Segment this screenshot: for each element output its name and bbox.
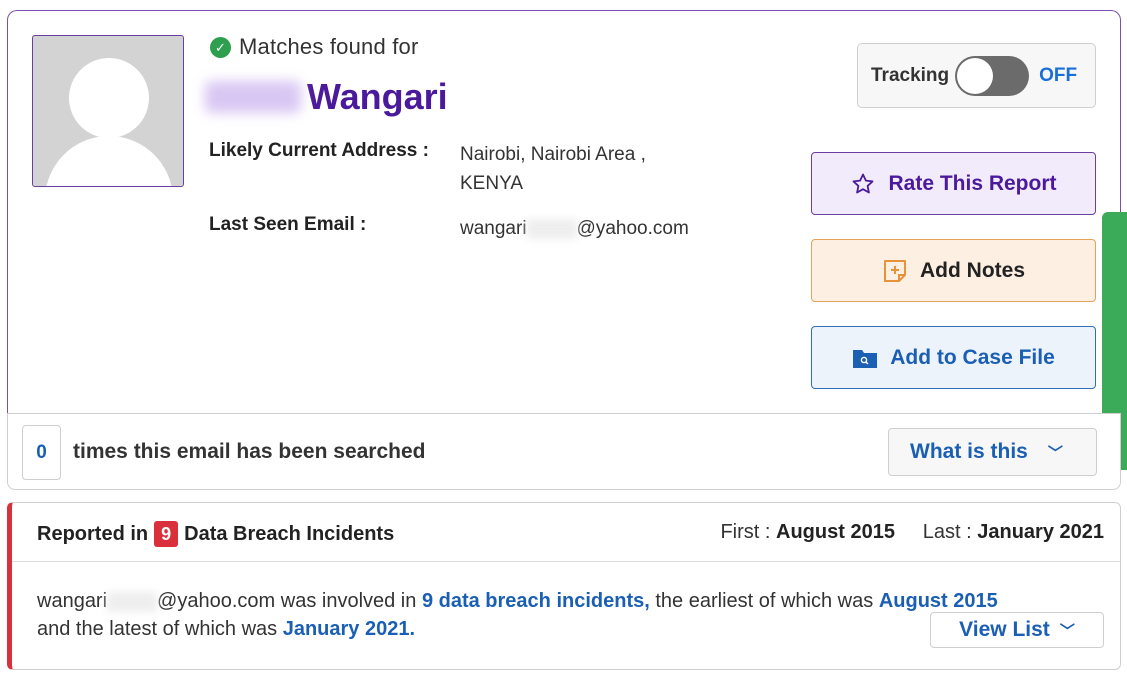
breach-header: Reported in 9 Data Breach Incidents Firs… bbox=[12, 503, 1120, 562]
latest-link[interactable]: January 2021. bbox=[283, 618, 415, 640]
tracking-state: OFF bbox=[1039, 64, 1078, 86]
note-add-icon bbox=[882, 258, 908, 284]
breach-sentence-b: the earliest of which was bbox=[655, 590, 874, 612]
breach-sentence-a: was involved in bbox=[280, 590, 417, 612]
address-line-2: KENYA bbox=[460, 173, 524, 194]
email-value: wangari @yahoo.com bbox=[460, 214, 689, 243]
redacted-email-part bbox=[526, 218, 577, 239]
check-circle-icon: ✓ bbox=[210, 36, 231, 58]
email-label: Last Seen Email : bbox=[209, 214, 367, 235]
last-label: Last : bbox=[922, 521, 972, 543]
avatar-body bbox=[45, 136, 173, 186]
person-last-name: Wangari bbox=[307, 76, 448, 117]
breach-email-suffix: @yahoo.com bbox=[157, 590, 276, 612]
chevron-down-icon: ﹀ bbox=[1047, 444, 1063, 462]
avatar-head bbox=[69, 58, 149, 138]
email-suffix: @yahoo.com bbox=[576, 218, 689, 239]
add-to-case-file-label: Add to Case File bbox=[890, 345, 1055, 369]
email-prefix: wangari bbox=[460, 218, 527, 239]
tracking-label: Tracking bbox=[871, 64, 950, 86]
first-label: First : bbox=[720, 521, 771, 543]
avatar bbox=[32, 35, 184, 187]
match-text: Matches found for bbox=[239, 34, 419, 59]
rate-report-button[interactable]: Rate This Report bbox=[811, 152, 1096, 215]
first-value: August 2015 bbox=[776, 521, 895, 543]
breach-title-prefix: Reported in bbox=[37, 522, 149, 545]
last-value: January 2021 bbox=[977, 521, 1104, 543]
address-line-1: Nairobi, Nairobi Area , bbox=[460, 144, 646, 165]
address-value: Nairobi, Nairobi Area , KENYA bbox=[460, 140, 646, 198]
folder-search-icon bbox=[852, 345, 878, 371]
view-list-label: View List bbox=[959, 618, 1050, 641]
add-notes-label: Add Notes bbox=[920, 258, 1025, 282]
chevron-down-icon: ﹀ bbox=[1059, 622, 1075, 640]
tracking-toggle[interactable] bbox=[955, 55, 1030, 96]
star-icon bbox=[850, 171, 876, 197]
redacted-email-part bbox=[107, 591, 158, 612]
add-to-case-file-button[interactable]: Add to Case File bbox=[811, 326, 1096, 389]
what-is-this-button[interactable]: What is this ﹀ bbox=[888, 428, 1097, 476]
breach-card: Reported in 9 Data Breach Incidents Firs… bbox=[7, 502, 1121, 670]
search-count-strip: 0 times this email has been searched Wha… bbox=[7, 413, 1121, 490]
what-is-this-label: What is this bbox=[910, 440, 1028, 463]
search-count: 0 bbox=[22, 425, 61, 480]
earliest-link[interactable]: August 2015 bbox=[879, 590, 998, 612]
redacted-first-name bbox=[205, 81, 301, 113]
breach-count-badge: 9 bbox=[154, 521, 179, 547]
add-notes-button[interactable]: Add Notes bbox=[811, 239, 1096, 302]
breach-sentence-c: and the latest of which was bbox=[37, 618, 278, 640]
address-label: Likely Current Address : bbox=[209, 140, 429, 161]
view-list-button[interactable]: View List ﹀ bbox=[930, 612, 1104, 648]
breach-title: Reported in 9 Data Breach Incidents bbox=[37, 521, 394, 547]
breach-description: wangari @yahoo.com was involved in 9 data… bbox=[37, 587, 998, 643]
incidents-link[interactable]: 9 data breach incidents, bbox=[422, 590, 650, 612]
person-name: Wangari bbox=[205, 76, 448, 118]
match-line: ✓ Matches found for bbox=[210, 34, 419, 60]
breach-dates: First : August 2015 Last : January 2021 bbox=[720, 521, 1104, 544]
rate-report-label: Rate This Report bbox=[888, 171, 1057, 195]
breach-title-suffix: Data Breach Incidents bbox=[184, 522, 395, 545]
breach-email-prefix: wangari bbox=[37, 590, 108, 612]
tracking-control: Tracking OFF bbox=[857, 43, 1096, 108]
search-count-text: times this email has been searched bbox=[73, 440, 426, 463]
toggle-knob bbox=[957, 57, 994, 94]
